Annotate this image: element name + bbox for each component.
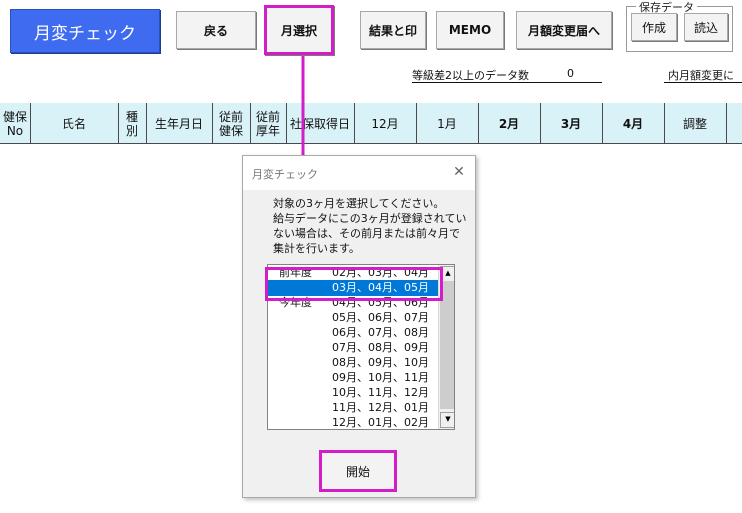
- list-item[interactable]: 12月、01月、02月: [268, 415, 438, 429]
- dialog-title: 月変チェック: [243, 156, 475, 190]
- list-item[interactable]: 11月、12月、01月: [268, 400, 438, 416]
- scroll-down-arrow-icon[interactable]: ▼: [440, 412, 454, 428]
- list-item[interactable]: 09月、10月、11月: [268, 370, 438, 386]
- list-item[interactable]: 10月、11月、12月: [268, 385, 438, 401]
- start-button[interactable]: 開始: [319, 450, 397, 492]
- close-icon[interactable]: ✕: [451, 164, 467, 180]
- list-item[interactable]: 08月、09月、10月: [268, 355, 438, 371]
- list-item[interactable]: 07月、08月、09月: [268, 340, 438, 356]
- dialog-instructions: 対象の3ヶ月を選択してください。 給与データにこの3ヶ月が登録されてい ない場合…: [273, 197, 467, 255]
- month-select-dialog: 月変チェック ✕ 対象の3ヶ月を選択してください。 給与データにこの3ヶ月が登録…: [242, 155, 476, 498]
- selection-highlight-box: [265, 267, 443, 301]
- list-item[interactable]: 06月、07月、08月: [268, 325, 438, 341]
- list-item[interactable]: 05月、06月、07月: [268, 310, 438, 326]
